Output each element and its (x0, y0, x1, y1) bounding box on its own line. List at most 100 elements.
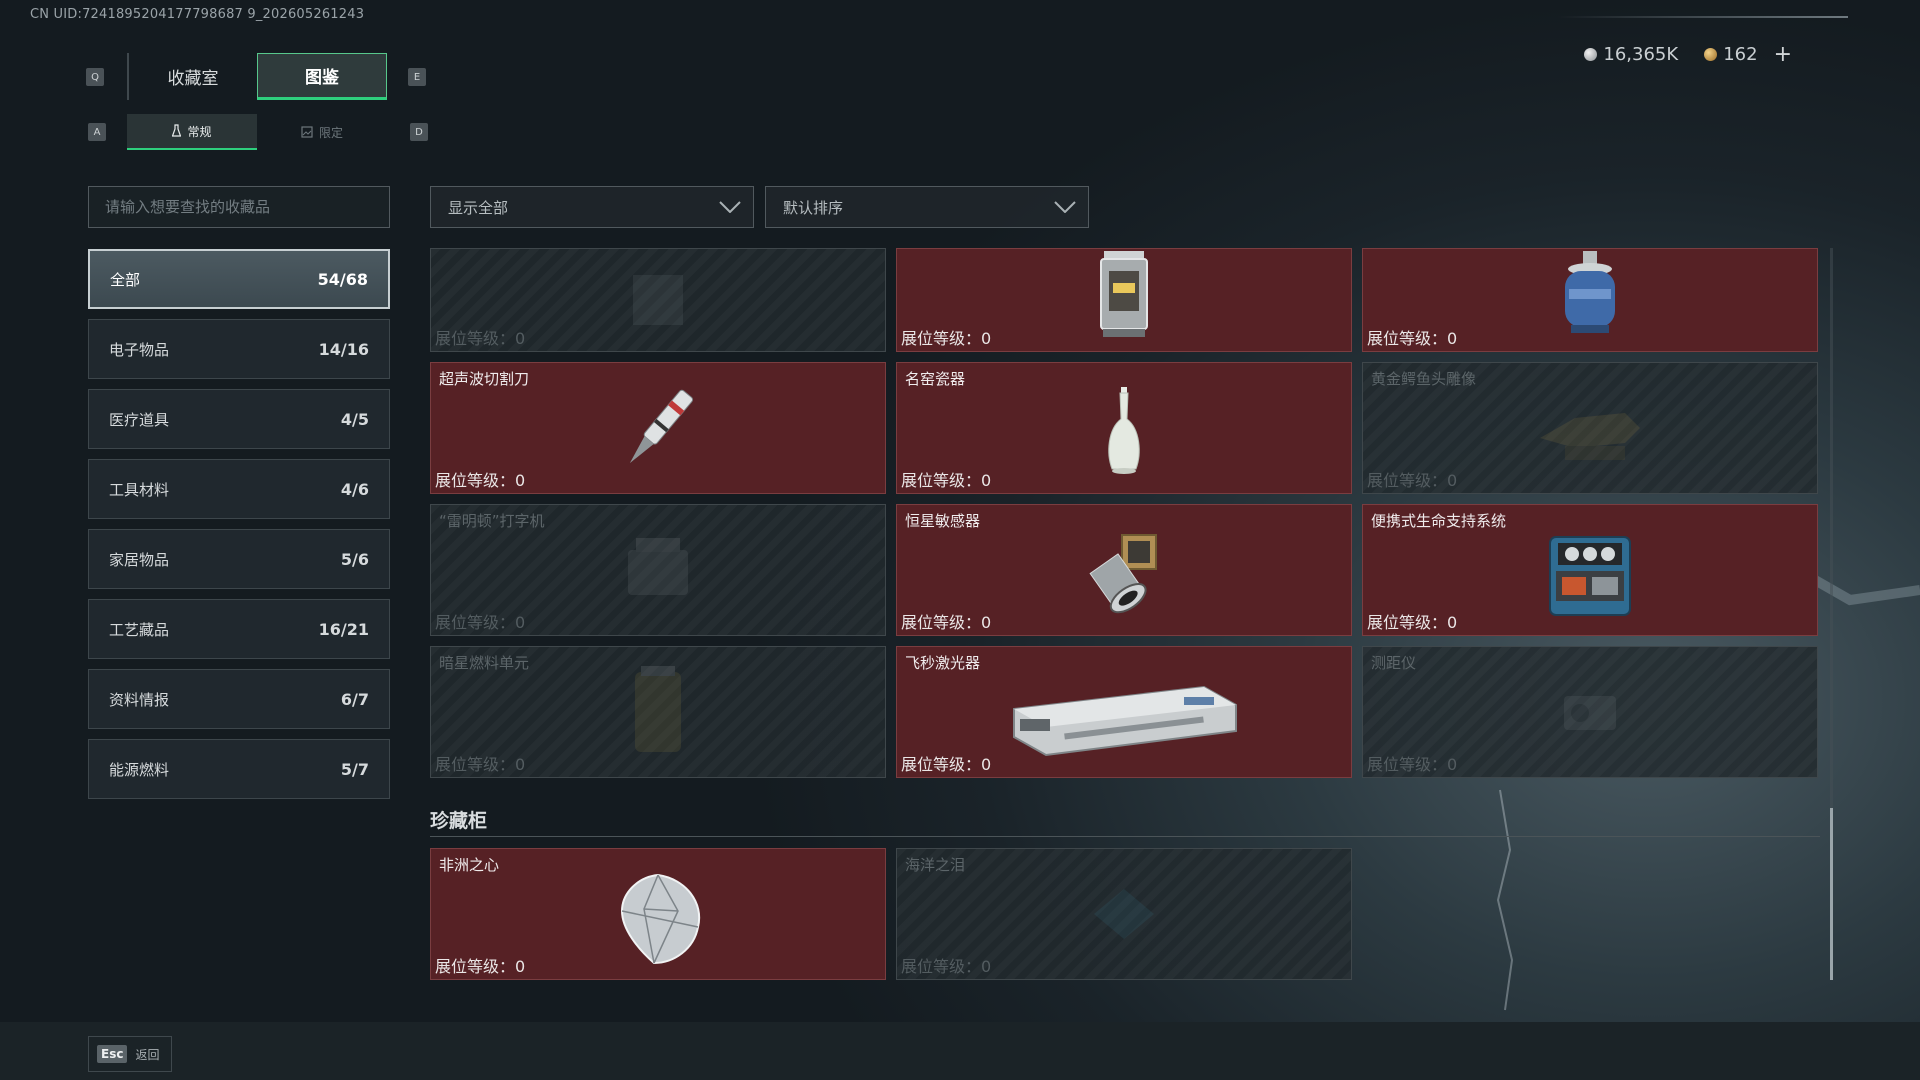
card-level: 展位等级：0 (1367, 329, 1458, 348)
sort-value: 默认排序 (783, 198, 844, 217)
subtab-limited[interactable]: 限定 (257, 114, 387, 150)
collection-card[interactable]: “雷明顿”打字机 展位等级：0 (430, 504, 886, 636)
card-name: 黄金鳄鱼头雕像 (1371, 370, 1477, 388)
collection-card[interactable]: 展位等级：0 (896, 248, 1352, 352)
ocean-tear-icon (1094, 889, 1154, 939)
main-tabs: 收藏室 图鉴 (127, 53, 387, 100)
collection-card[interactable]: 黄金鳄鱼头雕像 展位等级：0 (1362, 362, 1818, 494)
card-level: 展位等级：0 (901, 329, 992, 348)
search-input[interactable] (105, 198, 389, 216)
currency-bar: 16,365K 162 + (1566, 42, 1792, 67)
collection-card[interactable]: 超声波切割刀 展位等级：0 (430, 362, 886, 494)
tab-collection-room[interactable]: 收藏室 (127, 53, 257, 100)
sub-tabs: 常规 限定 (127, 114, 387, 150)
card-name: 超声波切割刀 (439, 370, 530, 388)
category-intel[interactable]: 资料情报 6/7 (88, 669, 390, 729)
category-all[interactable]: 全部 54/68 (88, 249, 390, 309)
category-tools[interactable]: 工具材料 4/6 (88, 459, 390, 519)
card-name: 恒星敏感器 (905, 512, 981, 530)
card-name: 名窑瓷器 (905, 370, 966, 388)
card-level: 展位等级：0 (435, 755, 526, 774)
category-count: 4/5 (340, 409, 369, 429)
category-electronics[interactable]: 电子物品 14/16 (88, 319, 390, 379)
bottom-bar (0, 1022, 1920, 1080)
silver-coin-icon (1584, 48, 1598, 61)
category-label: 医疗道具 (109, 410, 170, 429)
sort-dropdown[interactable]: 默认排序 (765, 186, 1089, 228)
collection-card[interactable]: 飞秒激光器 展位等级：0 (896, 646, 1352, 778)
picture-icon (301, 126, 313, 138)
chevron-down-icon (719, 201, 741, 213)
collection-card[interactable]: 非洲之心 展位等级：0 (430, 848, 886, 980)
key-a-hint: A (88, 123, 106, 141)
card-level: 展位等级：0 (901, 471, 992, 490)
crocodile-statue-icon (1540, 413, 1640, 460)
key-q-hint: Q (86, 68, 104, 86)
back-button[interactable]: Esc 返回 (88, 1036, 172, 1072)
key-e-hint: E (408, 68, 426, 86)
category-household[interactable]: 家居物品 5/6 (88, 529, 390, 589)
category-label: 工具材料 (109, 480, 170, 499)
category-count: 4/6 (340, 479, 369, 499)
collection-card[interactable]: 便携式生命支持系统 展位等级：0 (1362, 504, 1818, 636)
typewriter-icon (628, 538, 688, 595)
collection-card[interactable]: 展位等级：0 (1362, 248, 1818, 352)
tab-catalog[interactable]: 图鉴 (257, 53, 387, 100)
category-count: 5/6 (340, 549, 369, 569)
collection-card[interactable]: 暗星燃料单元 展位等级：0 (430, 646, 886, 778)
category-list: 全部 54/68 电子物品 14/16 医疗道具 4/5 工具材料 4/6 家居物品 5/… (88, 249, 390, 809)
ultrasonic-knife-icon (629, 389, 694, 464)
uid-text: CN UID:7241895204177798687 9_20260526124… (30, 7, 365, 22)
collection-card[interactable]: 名窑瓷器 展位等级：0 (896, 362, 1352, 494)
porcelain-vase-icon (1108, 387, 1140, 475)
gold-amount: 162 (1723, 44, 1758, 65)
life-support-icon (1549, 536, 1631, 617)
card-level: 展位等级：0 (1367, 613, 1458, 632)
esc-key: Esc (97, 1045, 128, 1063)
collection-card[interactable]: 展位等级：0 (430, 248, 886, 352)
silver-currency: 16,365K (1584, 44, 1678, 65)
flask-icon (172, 124, 182, 137)
top-decor-line (1558, 16, 1848, 18)
subtab-limited-label: 限定 (318, 125, 343, 140)
section-divider (430, 836, 1820, 837)
card-level: 展位等级：0 (435, 329, 526, 348)
category-label: 电子物品 (109, 340, 170, 359)
subtab-regular[interactable]: 常规 (127, 114, 257, 150)
category-label: 资料情报 (109, 690, 170, 709)
gas-canister-icon (1565, 250, 1615, 333)
category-medical[interactable]: 医疗道具 4/5 (88, 389, 390, 449)
category-count: 6/7 (340, 689, 369, 709)
star-sensor-icon (1089, 534, 1157, 614)
key-d-hint: D (410, 123, 428, 141)
show-filter-dropdown[interactable]: 显示全部 (430, 186, 754, 228)
partial-item-icon (633, 275, 683, 325)
gold-coin-icon (1704, 48, 1718, 61)
diamond-icon (620, 874, 701, 965)
category-count: 14/16 (318, 339, 369, 359)
collection-card[interactable]: 海洋之泪 展位等级：0 (896, 848, 1352, 980)
add-currency-button[interactable]: + (1774, 42, 1792, 67)
silver-amount: 16,365K (1603, 44, 1679, 65)
show-filter-value: 显示全部 (448, 198, 509, 217)
card-name: 便携式生命支持系统 (1371, 512, 1507, 530)
card-level: 展位等级：0 (435, 613, 526, 632)
category-label: 能源燃料 (109, 760, 170, 779)
collection-card[interactable]: 恒星敏感器 展位等级：0 (896, 504, 1352, 636)
category-label: 家居物品 (109, 550, 170, 569)
category-label: 工艺藏品 (109, 620, 170, 639)
scrollbar-thumb[interactable] (1830, 808, 1833, 980)
lantern-icon (1100, 250, 1148, 337)
card-level: 展位等级：0 (901, 755, 992, 774)
gold-currency: 162 (1704, 44, 1758, 65)
subtab-regular-label: 常规 (187, 124, 212, 139)
category-count: 54/68 (317, 269, 368, 289)
card-level: 展位等级：0 (901, 957, 992, 976)
card-name: 暗星燃料单元 (439, 654, 530, 672)
card-name: 非洲之心 (439, 856, 500, 874)
category-energy[interactable]: 能源燃料 5/7 (88, 739, 390, 799)
collection-card[interactable]: 测距仪 展位等级：0 (1362, 646, 1818, 778)
category-label: 全部 (110, 270, 141, 289)
category-crafts[interactable]: 工艺藏品 16/21 (88, 599, 390, 659)
search-box (88, 186, 390, 228)
